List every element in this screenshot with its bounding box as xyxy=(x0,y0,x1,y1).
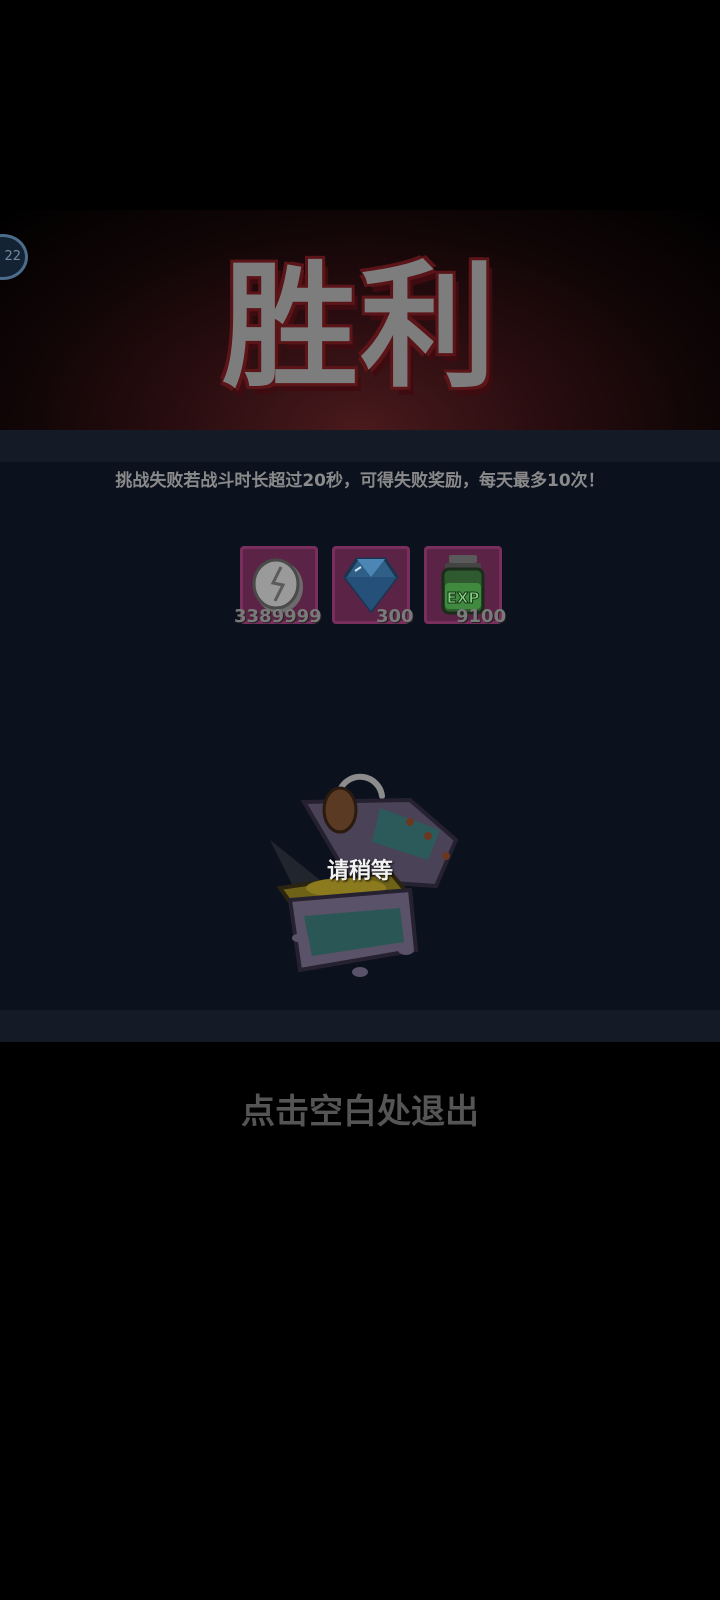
panel-bottom-strip xyxy=(0,1010,720,1042)
reward-count-diamond: 300 xyxy=(376,606,414,627)
tap-to-exit-hint[interactable]: 点击空白处退出 xyxy=(0,1084,720,1133)
failure-reward-notice: 挑战失败若战斗时长超过20秒，可得失败奖励，每天最多10次！ xyxy=(115,471,605,491)
panel-top-strip xyxy=(0,430,720,462)
victory-title: 胜利 xyxy=(222,249,498,407)
reward-count-coin: 3389999 xyxy=(234,606,322,627)
svg-text:EXP: EXP xyxy=(447,589,480,607)
loading-text: 请稍等 xyxy=(326,859,393,884)
reward-count-exp: 9100 xyxy=(456,606,507,627)
